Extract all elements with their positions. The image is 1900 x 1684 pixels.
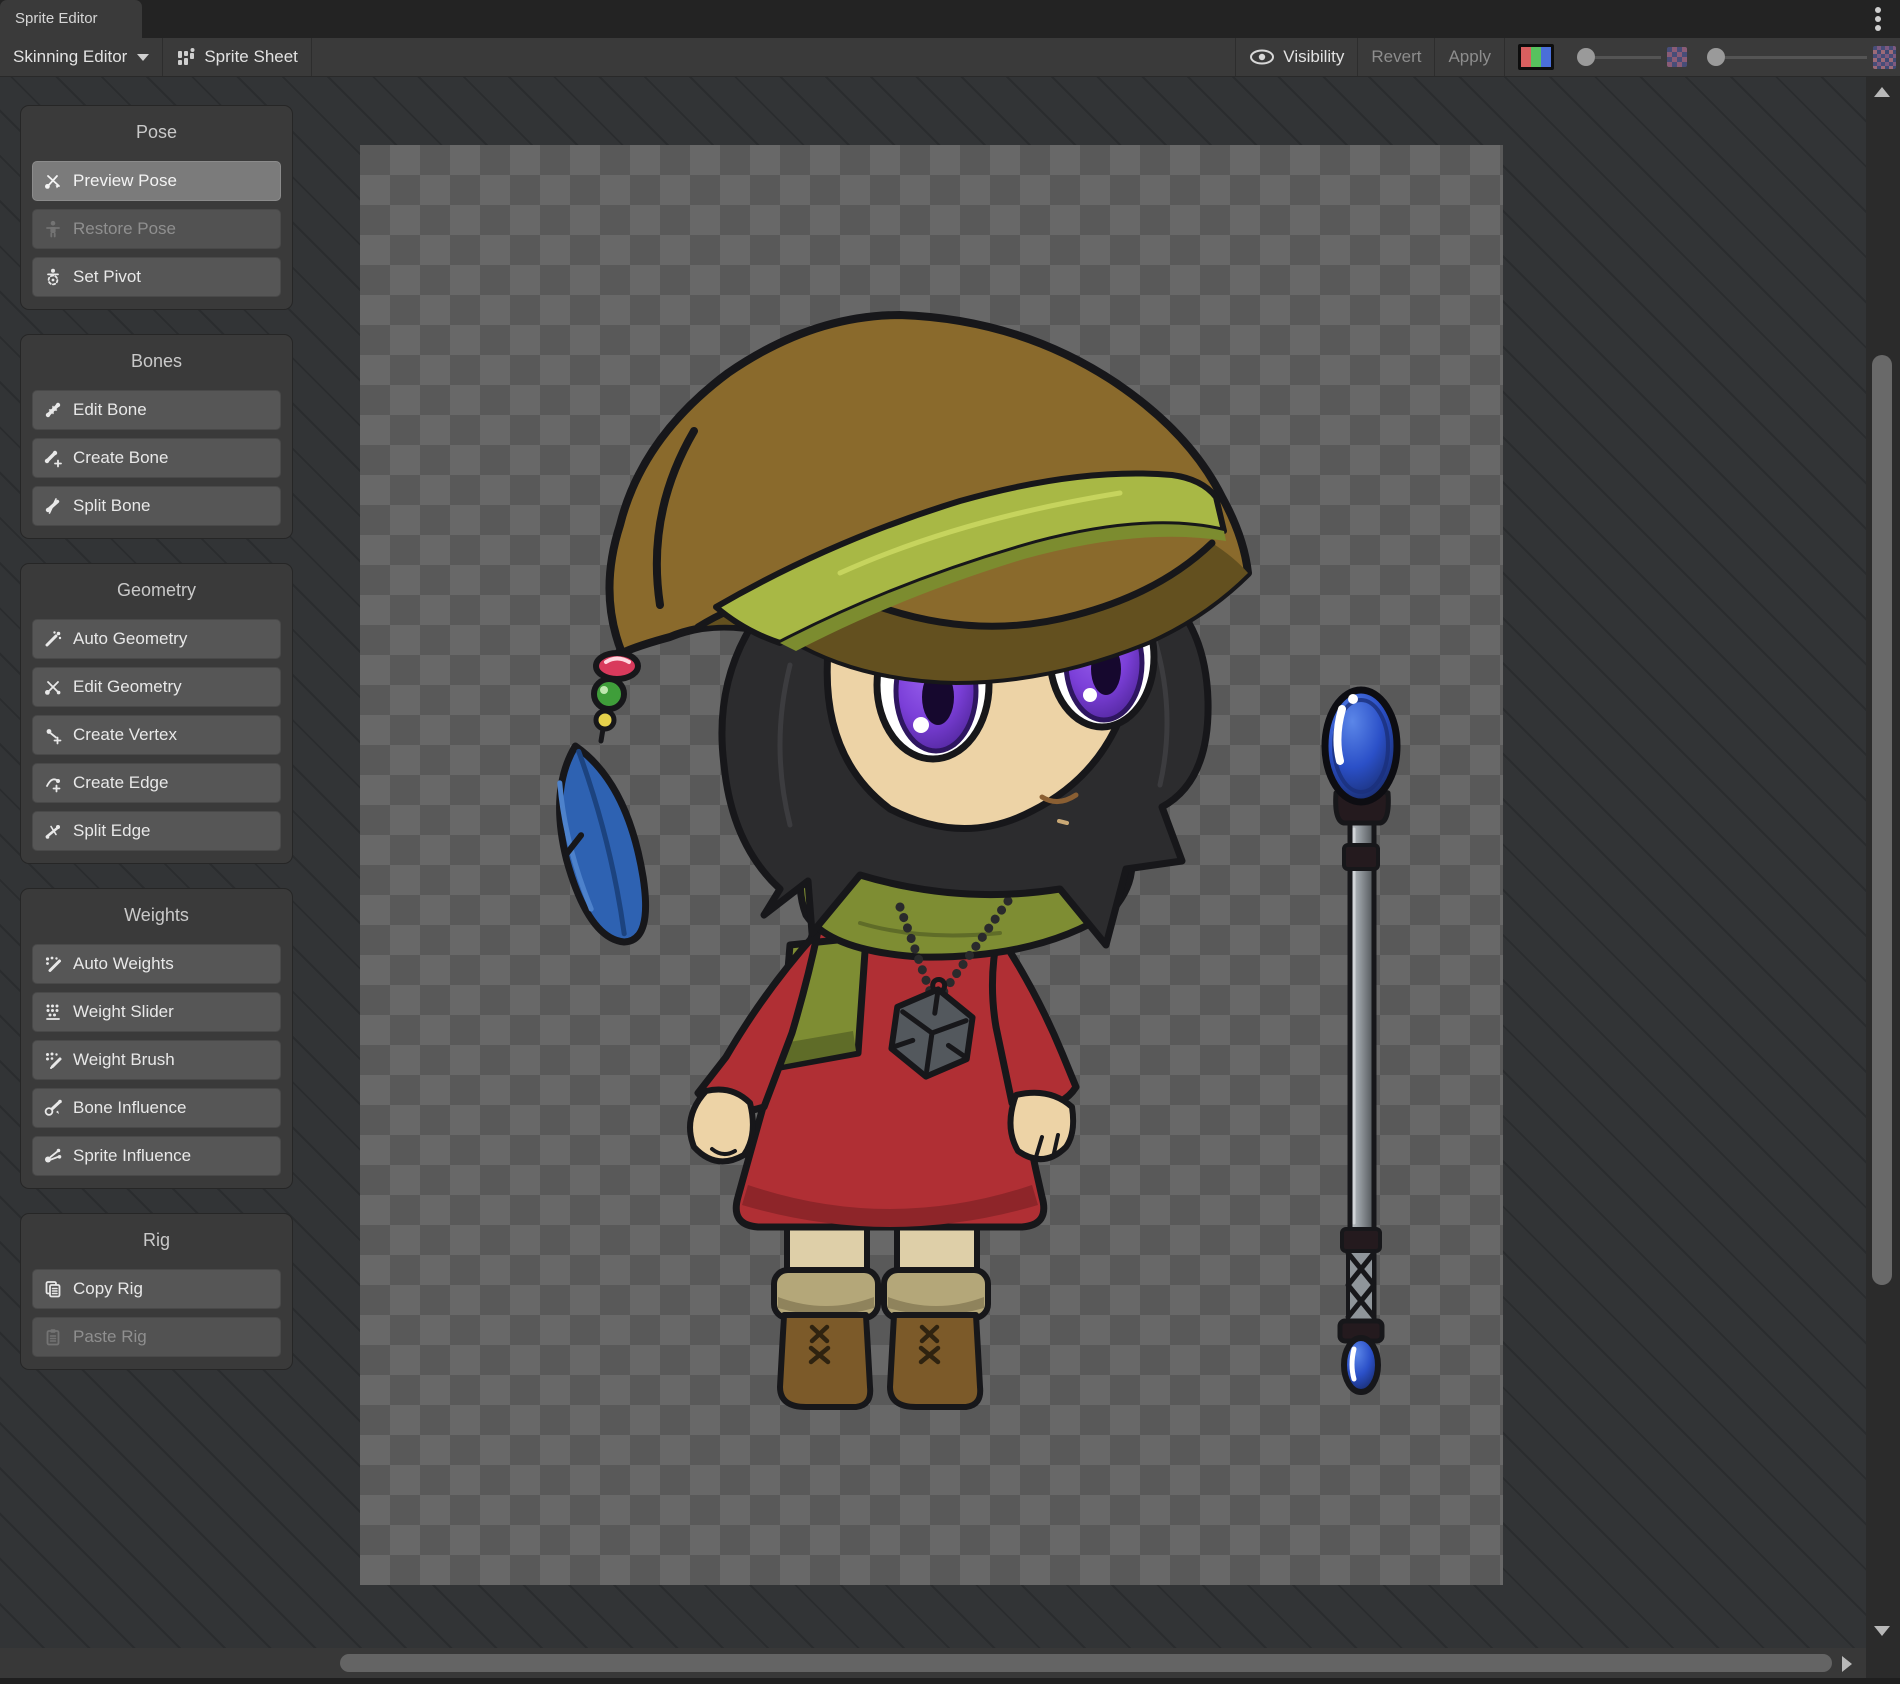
weights-panel: Weights Auto Weights Weight Slider <box>20 888 293 1189</box>
edit-geometry-icon <box>43 677 63 697</box>
slider-track[interactable] <box>1725 56 1867 59</box>
auto-weights-icon <box>43 954 63 974</box>
split-edge-icon <box>43 821 63 841</box>
bone-influence-icon <box>43 1098 63 1118</box>
rig-panel-title: Rig <box>32 1227 281 1253</box>
geometry-panel: Geometry Auto Geometry Edit Geometry <box>20 563 293 864</box>
staff-sprite <box>1325 690 1397 1392</box>
restore-pose-button[interactable]: Restore Pose <box>32 209 281 249</box>
copy-rig-icon <box>43 1279 63 1299</box>
chevron-down-icon <box>137 54 149 61</box>
horizontal-scroll-thumb[interactable] <box>340 1654 1832 1672</box>
create-vertex-button[interactable]: Create Vertex <box>32 715 281 755</box>
tab-sprite-editor[interactable]: Sprite Editor <box>0 0 142 38</box>
tab-title: Sprite Editor <box>15 10 98 27</box>
eye-icon <box>1249 48 1275 66</box>
create-vertex-icon <box>43 725 63 745</box>
weight-slider-button[interactable]: Weight Slider <box>32 992 281 1032</box>
bone-influence-button[interactable]: Bone Influence <box>32 1088 281 1128</box>
bones-panel: Bones Edit Bone Create Bone <box>20 334 293 539</box>
scrollbar-corner <box>1866 1648 1900 1678</box>
slider-knob[interactable] <box>1707 48 1725 66</box>
slider-knob[interactable] <box>1577 48 1595 66</box>
horizontal-scrollbar[interactable] <box>0 1648 1866 1678</box>
set-pivot-button[interactable]: Set Pivot <box>32 257 281 297</box>
sprite-sheet-icon <box>176 47 196 67</box>
split-bone-icon <box>43 496 63 516</box>
auto-geometry-button[interactable]: Auto Geometry <box>32 619 281 659</box>
rgb-swatch-icon[interactable] <box>1518 44 1554 70</box>
scroll-down-icon[interactable] <box>1874 1626 1890 1636</box>
paste-rig-button[interactable]: Paste Rig <box>32 1317 281 1357</box>
vertical-scroll-thumb[interactable] <box>1872 355 1892 1285</box>
scroll-right-icon[interactable] <box>1842 1656 1852 1672</box>
sprite-editor-window: Sprite Editor Skinning Editor Sprite She… <box>0 0 1900 1684</box>
character-sprite <box>360 145 1503 1585</box>
color-swatch-group <box>1505 38 1567 76</box>
sprite-texture-area[interactable] <box>360 145 1503 1585</box>
tab-bar: Sprite Editor <box>0 0 1900 38</box>
bone-opacity-slider[interactable] <box>1707 46 1896 69</box>
create-edge-button[interactable]: Create Edge <box>32 763 281 803</box>
auto-geometry-icon <box>43 629 63 649</box>
edit-geometry-button[interactable]: Edit Geometry <box>32 667 281 707</box>
toolbar: Skinning Editor Sprite Sheet Visibility … <box>0 38 1900 77</box>
edit-bone-button[interactable]: Edit Bone <box>32 390 281 430</box>
create-bone-button[interactable]: Create Bone <box>32 438 281 478</box>
bone-transparency-icon <box>1873 46 1896 69</box>
weight-brush-icon <box>43 1050 63 1070</box>
sprite-opacity-slider[interactable] <box>1577 47 1687 67</box>
sprite-transparency-icon <box>1667 47 1687 67</box>
revert-button[interactable]: Revert <box>1358 38 1434 76</box>
weights-panel-title: Weights <box>32 902 281 928</box>
copy-rig-button[interactable]: Copy Rig <box>32 1269 281 1309</box>
sprite-influence-button[interactable]: Sprite Influence <box>32 1136 281 1176</box>
toolbar-separator <box>311 38 312 76</box>
sprite-sheet-button[interactable]: Sprite Sheet <box>163 38 311 76</box>
auto-weights-button[interactable]: Auto Weights <box>32 944 281 984</box>
create-edge-icon <box>43 773 63 793</box>
weight-slider-icon <box>43 1002 63 1022</box>
split-edge-button[interactable]: Split Edge <box>32 811 281 851</box>
sprite-influence-icon <box>43 1146 63 1166</box>
window-bottom-edge <box>0 1678 1900 1684</box>
bones-panel-title: Bones <box>32 348 281 374</box>
slider-track[interactable] <box>1595 56 1661 59</box>
split-bone-button[interactable]: Split Bone <box>32 486 281 526</box>
skinning-editor-dropdown[interactable]: Skinning Editor <box>0 38 162 76</box>
visibility-button[interactable]: Visibility <box>1236 38 1357 76</box>
kebab-menu-icon[interactable] <box>1874 6 1882 32</box>
paste-rig-icon <box>43 1327 63 1347</box>
pose-panel: Pose Preview Pose Restore Pose <box>20 105 293 310</box>
vertical-scrollbar[interactable] <box>1866 77 1900 1648</box>
pose-panel-title: Pose <box>32 119 281 145</box>
rig-panel: Rig Copy Rig Paste Rig <box>20 1213 293 1370</box>
preview-pose-icon <box>43 171 63 191</box>
create-bone-icon <box>43 448 63 468</box>
tool-panel-column: Pose Preview Pose Restore Pose <box>20 105 293 1370</box>
preview-pose-button[interactable]: Preview Pose <box>32 161 281 201</box>
skinning-canvas[interactable]: Pose Preview Pose Restore Pose <box>0 77 1866 1648</box>
set-pivot-icon <box>43 267 63 287</box>
weight-brush-button[interactable]: Weight Brush <box>32 1040 281 1080</box>
edit-bone-icon <box>43 400 63 420</box>
scroll-up-icon[interactable] <box>1874 87 1890 97</box>
apply-button[interactable]: Apply <box>1435 38 1504 76</box>
geometry-panel-title: Geometry <box>32 577 281 603</box>
restore-pose-icon <box>43 219 63 239</box>
